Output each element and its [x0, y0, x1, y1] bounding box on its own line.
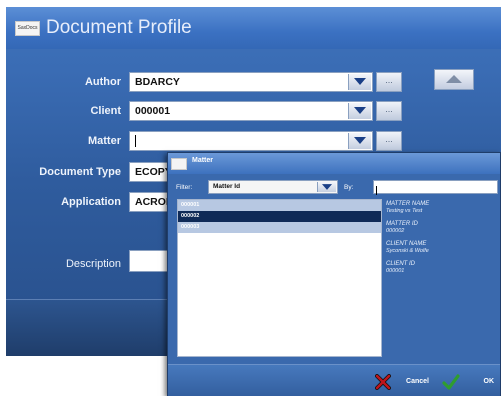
- app-logo: SaxDocs: [15, 21, 40, 36]
- title-bar: SaxDocs Document Profile: [6, 7, 501, 49]
- matter-browse-button[interactable]: ...: [376, 131, 402, 151]
- triangle-up-icon: [446, 75, 462, 83]
- chevron-down-icon: [322, 184, 332, 190]
- client-id-value: 000001: [386, 268, 405, 274]
- ok-button[interactable]: OK: [440, 372, 498, 392]
- matter-details: MATTER NAME Testing vs Test MATTER ID 00…: [386, 201, 498, 281]
- scroll-up-button[interactable]: [434, 69, 474, 90]
- checkmark-icon: [442, 374, 460, 390]
- matter-label: Matter: [87, 135, 121, 147]
- client-browse-button[interactable]: ...: [376, 101, 402, 121]
- filter-dropdown[interactable]: Matter Id: [208, 180, 338, 194]
- description-label: Description: [65, 258, 121, 270]
- dialog-title-bar: Matter: [168, 153, 500, 174]
- author-dropdown[interactable]: BDARCY: [129, 72, 373, 92]
- cancel-label: Cancel: [406, 378, 429, 385]
- matter-list[interactable]: 000001 000002 000003: [177, 199, 382, 357]
- filter-value: Matter Id: [213, 183, 241, 190]
- search-by-input[interactable]: [373, 180, 498, 196]
- author-dropdown-button[interactable]: [348, 74, 371, 90]
- by-label: By:: [344, 184, 354, 191]
- app-logo: [171, 158, 187, 170]
- dialog-footer: Cancel OK: [168, 364, 500, 396]
- cancel-button[interactable]: Cancel: [373, 372, 433, 392]
- client-name-value: Syconski & Wolfe: [386, 248, 429, 254]
- application-label: Application: [61, 196, 121, 208]
- text-caret: [376, 186, 377, 196]
- client-dropdown[interactable]: 000001: [129, 101, 373, 121]
- client-dropdown-button[interactable]: [348, 103, 371, 119]
- chevron-down-icon: [354, 107, 366, 114]
- matter-dialog: Matter Filter: Matter Id By: 000001 0000…: [167, 152, 501, 396]
- filter-dropdown-button[interactable]: [317, 182, 336, 192]
- list-item[interactable]: 000001: [178, 200, 381, 211]
- list-item-selected[interactable]: 000002: [178, 211, 381, 222]
- matter-id-label: MATTER ID: [386, 221, 418, 227]
- filter-label: Filter:: [176, 184, 193, 191]
- client-value: 000001: [135, 105, 171, 117]
- client-label: Client: [90, 105, 121, 117]
- matter-dropdown[interactable]: [129, 131, 373, 151]
- author-browse-button[interactable]: ...: [376, 72, 402, 92]
- matter-name-value: Testing vs Test: [386, 208, 423, 214]
- matter-id-value: 000002: [386, 228, 405, 234]
- document-type-label: Document Type: [39, 166, 121, 178]
- dialog-title: Matter: [192, 157, 214, 164]
- list-item[interactable]: 000003: [178, 222, 381, 233]
- x-icon: [375, 374, 391, 390]
- client-name-label: CLIENT NAME: [386, 241, 427, 247]
- text-caret: [135, 135, 136, 148]
- author-label: Author: [84, 76, 121, 88]
- matter-name-label: MATTER NAME: [386, 201, 430, 207]
- client-id-label: CLIENT ID: [386, 261, 416, 267]
- matter-dropdown-button[interactable]: [348, 133, 371, 149]
- chevron-down-icon: [354, 137, 366, 144]
- window-title: Document Profile: [46, 17, 192, 38]
- author-value: BDARCY: [135, 76, 180, 88]
- chevron-down-icon: [354, 78, 366, 85]
- ok-label: OK: [483, 378, 495, 385]
